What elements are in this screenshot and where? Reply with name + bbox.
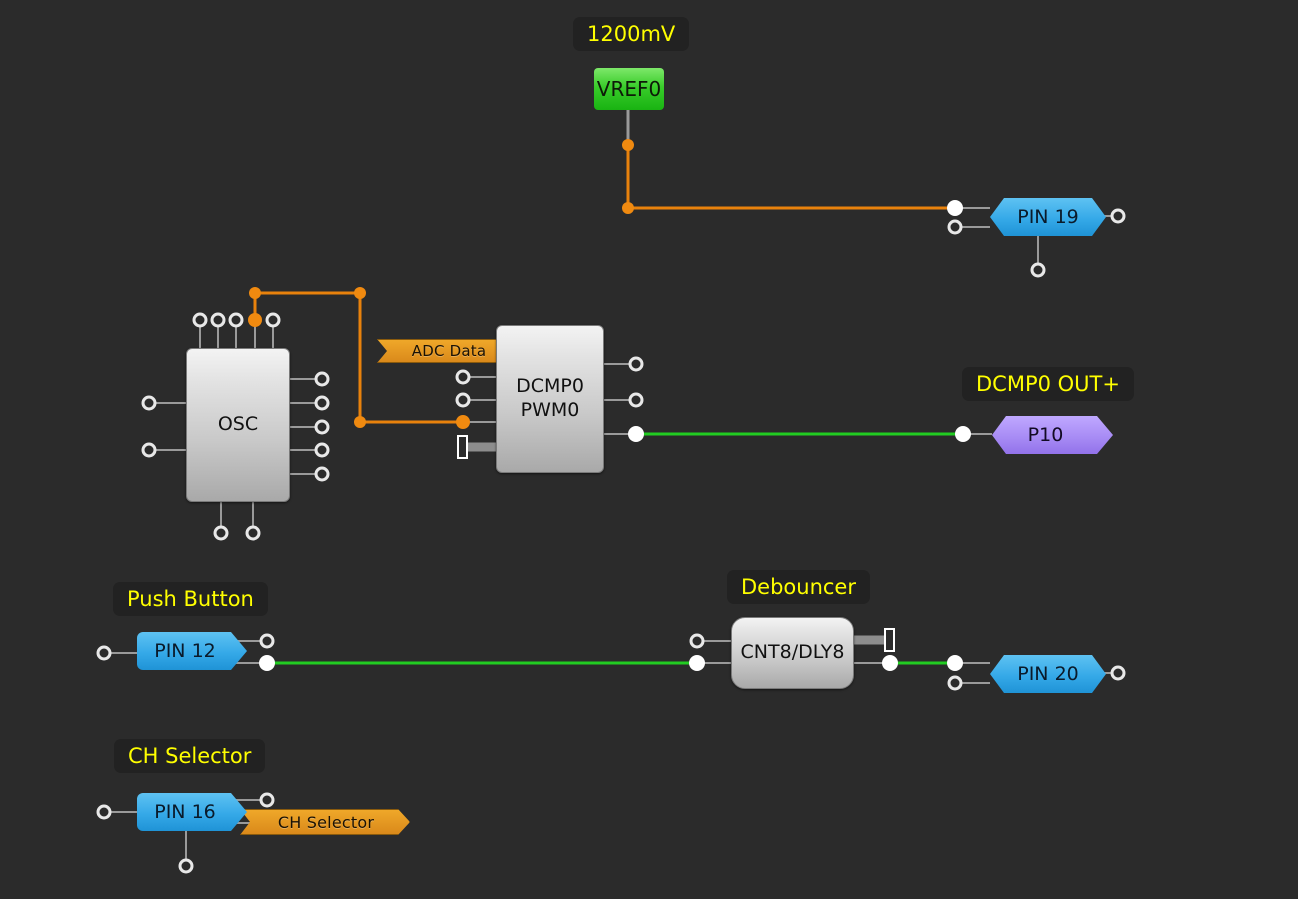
port-open[interactable]	[455, 392, 471, 408]
annotation-vref-voltage[interactable]: 1200mV	[573, 17, 690, 52]
junction-dot[interactable]	[622, 202, 634, 214]
junction-dot[interactable]	[354, 287, 366, 299]
port-connected-power[interactable]	[456, 415, 470, 429]
port-open[interactable]	[947, 675, 963, 691]
port-connected-signal[interactable]	[955, 426, 971, 442]
port-open[interactable]	[259, 792, 275, 808]
port-open[interactable]	[455, 369, 471, 385]
block-cnt8-dly8[interactable]: CNT8/DLY8	[731, 617, 854, 689]
port-connected-signal[interactable]	[882, 655, 898, 671]
annotation-push-button[interactable]: Push Button	[113, 582, 268, 617]
port-open[interactable]	[689, 633, 705, 649]
annotation-ch-selector[interactable]: CH Selector	[114, 739, 266, 774]
port-open[interactable]	[1030, 262, 1046, 278]
junction-dot[interactable]	[622, 139, 634, 151]
port-open[interactable]	[228, 312, 244, 328]
port-open[interactable]	[245, 525, 261, 541]
block-pin16[interactable]: PIN 16	[137, 793, 247, 831]
junction-dot[interactable]	[354, 416, 366, 428]
block-dcmp0-pwm0[interactable]: DCMP0 PWM0	[496, 325, 604, 473]
port-open[interactable]	[628, 392, 644, 408]
port-open[interactable]	[314, 395, 330, 411]
block-pin19[interactable]: PIN 19	[990, 198, 1106, 236]
port-open[interactable]	[1110, 665, 1126, 681]
block-vref0[interactable]: VREF0	[594, 68, 664, 110]
port-open[interactable]	[265, 312, 281, 328]
port-connected-power[interactable]	[248, 313, 262, 327]
port-connected-signal[interactable]	[259, 655, 275, 671]
block-dcmp0-label-line1: DCMP0	[516, 375, 584, 398]
port-open[interactable]	[1110, 208, 1126, 224]
port-open[interactable]	[314, 466, 330, 482]
port-connected-signal[interactable]	[628, 426, 644, 442]
schematic-canvas[interactable]: 1200mV DCMP0 OUT+ Push Button Debouncer …	[0, 0, 1298, 899]
junction-dot[interactable]	[249, 287, 261, 299]
port-open[interactable]	[213, 525, 229, 541]
port-open[interactable]	[141, 395, 157, 411]
port-open[interactable]	[628, 356, 644, 372]
port-open[interactable]	[314, 371, 330, 387]
port-open[interactable]	[259, 633, 275, 649]
block-osc[interactable]: OSC	[186, 348, 290, 502]
bus-terminal-dcmp0-input[interactable]	[457, 435, 468, 459]
block-osc-label: OSC	[217, 413, 259, 436]
block-dcmp0-label-line2: PWM0	[520, 399, 580, 421]
block-pin20[interactable]: PIN 20	[990, 655, 1106, 693]
annotation-dcmp0-out[interactable]: DCMP0 OUT+	[962, 367, 1134, 402]
port-open[interactable]	[96, 645, 112, 661]
port-open[interactable]	[947, 219, 963, 235]
port-open[interactable]	[210, 312, 226, 328]
port-open[interactable]	[141, 442, 157, 458]
port-open[interactable]	[192, 312, 208, 328]
port-open[interactable]	[178, 858, 194, 874]
block-pin12[interactable]: PIN 12	[137, 632, 247, 670]
port-open[interactable]	[314, 419, 330, 435]
port-connected-signal[interactable]	[947, 200, 963, 216]
block-p10[interactable]: P10	[992, 416, 1113, 454]
port-connected-signal[interactable]	[689, 655, 705, 671]
port-open[interactable]	[314, 442, 330, 458]
net-tag-ch-selector[interactable]: CH Selector	[240, 809, 410, 835]
port-connected-signal[interactable]	[947, 655, 963, 671]
bus-terminal-cnt8-output[interactable]	[884, 628, 895, 652]
annotation-debouncer[interactable]: Debouncer	[727, 570, 870, 605]
block-cnt8-label: CNT8/DLY8	[740, 641, 845, 664]
wire-vref0-pin19[interactable]	[626, 145, 955, 210]
port-open[interactable]	[96, 804, 112, 820]
